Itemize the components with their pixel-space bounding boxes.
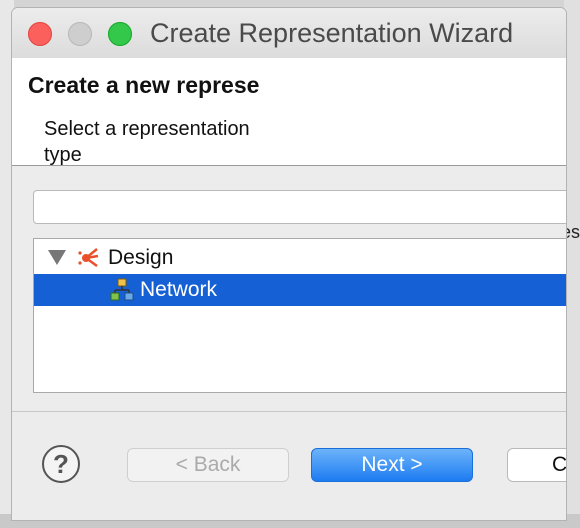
representation-tree[interactable]: Design Network [33,238,566,393]
footer-divider [12,411,566,412]
tree-item-label: Design [108,246,174,269]
tree-item-network[interactable]: Network [34,274,566,306]
help-icon[interactable]: ? [42,445,80,483]
background-app-right [564,0,580,528]
title-bar: Create Representation Wizard [12,8,566,58]
window-title: Create Representation Wizard [150,18,514,48]
zoom-window-button[interactable] [108,22,132,46]
next-button[interactable]: Next > [311,448,473,482]
wizard-header: Create a new represe Select a representa… [12,58,566,166]
cancel-button[interactable]: C [507,448,566,482]
wizard-page-description: Select a representation type [44,118,250,166]
network-diagram-icon [110,278,134,301]
minimize-window-button[interactable] [68,22,92,46]
tree-item-label: Network [140,278,218,301]
wizard-dialog: Create Representation Wizard Create a ne… [12,8,566,520]
filter-input[interactable] [33,190,566,224]
back-button[interactable]: < Back [127,448,289,482]
tree-item-design[interactable]: Design [34,242,566,274]
design-viewpoint-icon [78,248,99,268]
expand-triangle-icon[interactable] [48,250,66,265]
wizard-page-title: Create a new represe [28,72,260,98]
close-window-button[interactable] [28,22,52,46]
